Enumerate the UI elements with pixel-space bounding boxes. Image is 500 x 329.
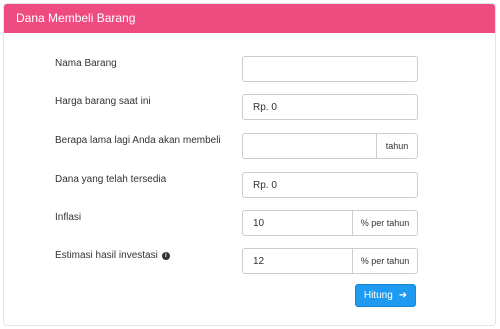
hitung-button[interactable]: Hitung ➜: [355, 284, 416, 307]
estimasi-label: Estimasi hasil investasi: [55, 250, 158, 261]
dana-tersedia-input[interactable]: [243, 173, 417, 197]
estimasi-input[interactable]: [243, 249, 352, 273]
inflasi-label: Inflasi: [55, 212, 82, 223]
info-icon[interactable]: i: [161, 251, 170, 260]
lama-membeli-label: Berapa lama lagi Anda akan membeli: [55, 135, 221, 146]
harga-barang-input[interactable]: [243, 95, 417, 119]
harga-barang-label: Harga barang saat ini: [55, 96, 151, 107]
lama-membeli-input[interactable]: [243, 134, 376, 158]
hitung-label: Hitung: [363, 290, 393, 301]
inflasi-unit-addon: % per tahun: [352, 211, 417, 235]
tahun-addon: tahun: [376, 134, 417, 158]
row-harga-barang: Harga barang saat ini: [0, 94, 500, 120]
row-lama-membeli: Berapa lama lagi Anda akan membeli tahun: [0, 133, 500, 159]
estimasi-label-group: Estimasi hasil investasi i: [55, 250, 170, 261]
row-nama-barang: Nama Barang: [0, 56, 500, 82]
dana-tersedia-label: Dana yang telah tersedia: [55, 174, 167, 185]
lama-membeli-field[interactable]: tahun: [242, 133, 418, 159]
nama-barang-input[interactable]: [243, 57, 417, 81]
form-panel: Dana Membeli Barang: [3, 3, 496, 326]
harga-barang-field[interactable]: [242, 94, 418, 120]
nama-barang-field[interactable]: [242, 56, 418, 82]
dana-tersedia-field[interactable]: [242, 172, 418, 198]
row-inflasi: Inflasi % per tahun: [0, 210, 500, 236]
row-dana-tersedia: Dana yang telah tersedia: [0, 172, 500, 198]
inflasi-field[interactable]: % per tahun: [242, 210, 418, 236]
estimasi-field[interactable]: % per tahun: [242, 248, 418, 274]
panel-title: Dana Membeli Barang: [4, 4, 495, 33]
row-estimasi: Estimasi hasil investasi i % per tahun: [0, 248, 500, 274]
arrow-right-icon: ➜: [398, 289, 408, 301]
estimasi-unit-addon: % per tahun: [352, 249, 417, 273]
inflasi-input[interactable]: [243, 211, 352, 235]
nama-barang-label: Nama Barang: [55, 58, 117, 69]
